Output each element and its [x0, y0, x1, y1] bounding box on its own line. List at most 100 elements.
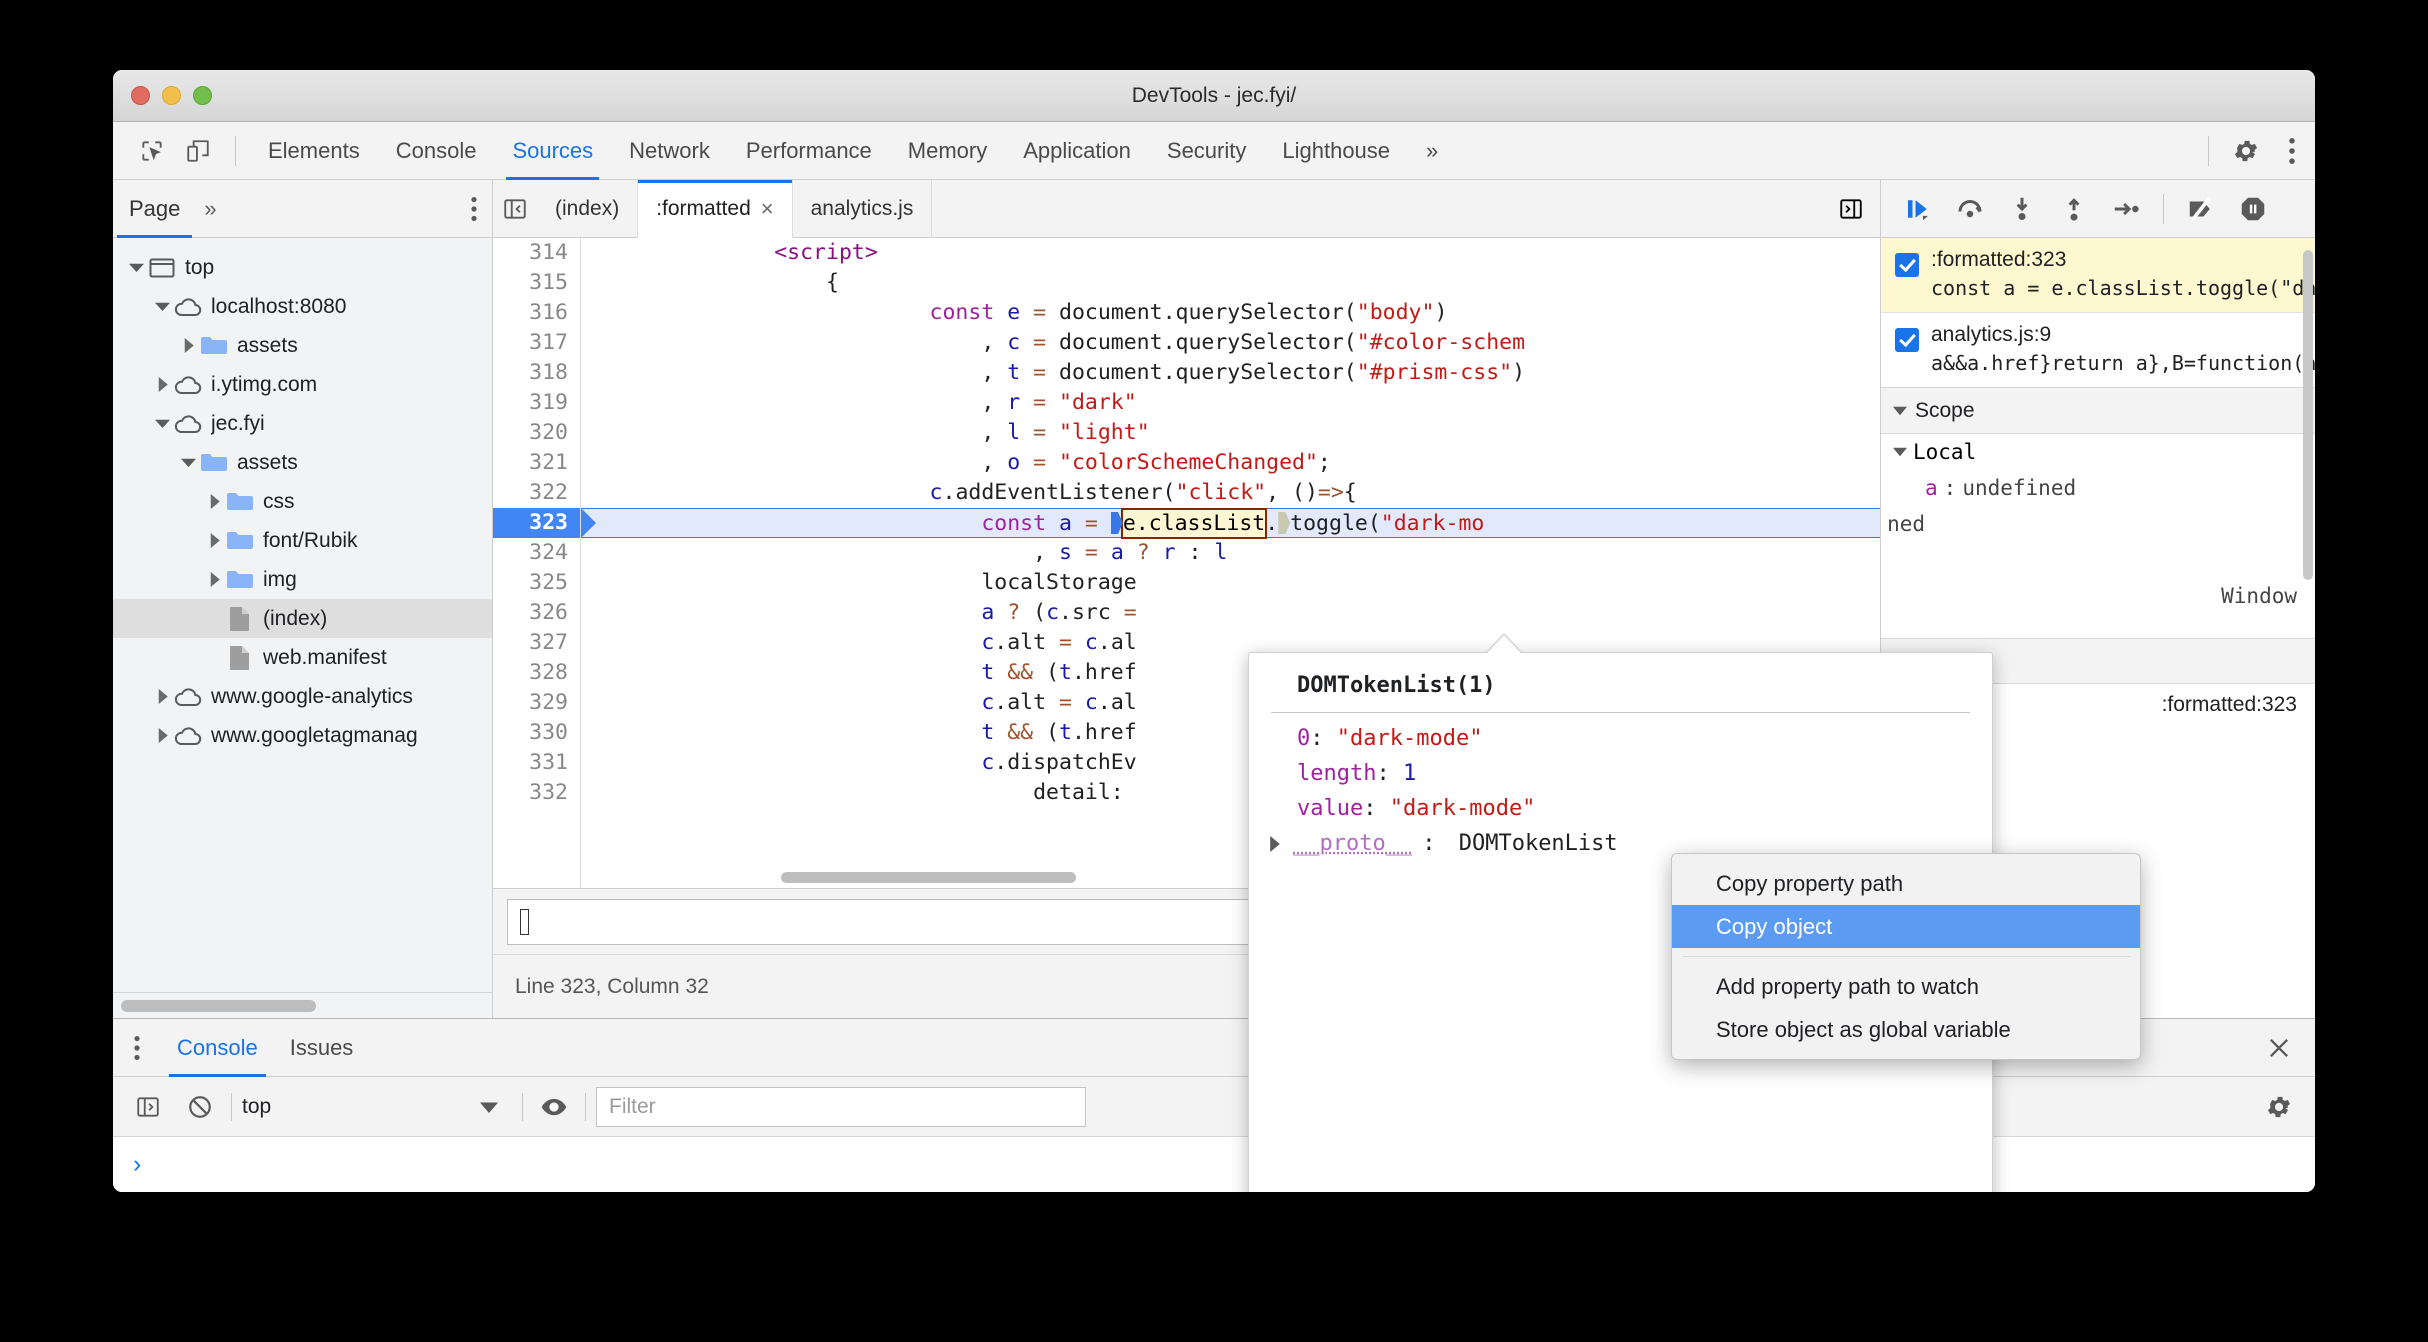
pause-on-exceptions-icon[interactable]	[2230, 186, 2276, 232]
line-number[interactable]: 329	[493, 688, 581, 718]
code-line[interactable]: 316 const e = document.querySelector("bo…	[493, 298, 1880, 328]
clear-console-icon[interactable]	[179, 1086, 221, 1128]
code-line[interactable]: 319 , r = "dark"	[493, 388, 1880, 418]
line-number[interactable]: 322	[493, 478, 581, 508]
line-number[interactable]: 318	[493, 358, 581, 388]
tree-item-img[interactable]: img	[113, 560, 492, 599]
code-line[interactable]: 317 , c = document.querySelector("#color…	[493, 328, 1880, 358]
line-number[interactable]: 316	[493, 298, 581, 328]
console-sidebar-toggle-icon[interactable]	[127, 1086, 169, 1128]
chevron-right-icon[interactable]	[151, 689, 173, 704]
scope-tree[interactable]: Local a : undefined ned Window	[1881, 434, 2315, 614]
navigator-more-chevron-icon[interactable]: »	[196, 196, 224, 222]
tree-item-index[interactable]: (index)	[113, 599, 492, 638]
inspect-element-icon[interactable]	[129, 128, 175, 174]
code-line-text[interactable]: , s = a ? r : l	[581, 538, 1880, 568]
tree-item-top[interactable]: top	[113, 248, 492, 287]
chevron-down-icon[interactable]	[125, 260, 147, 275]
tree-item-font-rubik[interactable]: font/Rubik	[113, 521, 492, 560]
scope-variable-row-occluded[interactable]: ned	[1881, 506, 2315, 542]
tab-application[interactable]: Application	[1005, 122, 1149, 180]
tree-item-web-manifest[interactable]: web.manifest	[113, 638, 492, 677]
code-line[interactable]: 326 a ? (c.src =	[493, 598, 1880, 628]
line-number[interactable]: 332	[493, 778, 581, 808]
line-number[interactable]: 320	[493, 418, 581, 448]
more-tabs-chevron-icon[interactable]: »	[1408, 122, 1456, 180]
breakpoint-checkbox[interactable]	[1895, 253, 1919, 277]
code-line-text[interactable]: <script>	[581, 238, 1880, 268]
code-line-text[interactable]: , c = document.querySelector("#color-sch…	[581, 328, 1880, 358]
popover-property-row[interactable]: value : "dark-mode"	[1249, 791, 1992, 826]
line-number[interactable]: 315	[493, 268, 581, 298]
code-line[interactable]: 318 , t = document.querySelector("#prism…	[493, 358, 1880, 388]
line-number[interactable]: 331	[493, 748, 581, 778]
step-icon[interactable]	[2103, 186, 2149, 232]
chevron-down-icon[interactable]	[177, 455, 199, 470]
code-line-text[interactable]: const e = document.querySelector("body")	[581, 298, 1880, 328]
console-settings-gear-icon[interactable]	[2265, 1093, 2293, 1121]
menu-item-store-object-as-global-variable[interactable]: Store object as global variable	[1672, 1008, 2140, 1051]
scope-window-row[interactable]: Window	[1881, 542, 2315, 614]
code-line-current[interactable]: 323 const a = e.classList. toggle("dark-m…	[493, 508, 1880, 539]
line-number[interactable]: 327	[493, 628, 581, 658]
code-line-text[interactable]: , t = document.querySelector("#prism-css…	[581, 358, 1880, 388]
navigator-horizontal-scrollbar[interactable]	[113, 992, 492, 1018]
menu-item-copy-property-path[interactable]: Copy property path	[1672, 862, 2140, 905]
tree-item-www-googletagmanag[interactable]: www.googletagmanag	[113, 716, 492, 755]
settings-gear-icon[interactable]	[2223, 128, 2269, 174]
drawer-tab-issues[interactable]: Issues	[274, 1019, 370, 1077]
step-over-next-function-call-icon[interactable]	[1947, 186, 1993, 232]
breakpoint-item[interactable]: :formatted:323 const a = e.classList.tog…	[1881, 238, 2315, 312]
line-number[interactable]: 324	[493, 538, 581, 568]
code-line-text[interactable]: {	[581, 268, 1880, 298]
tree-item-css[interactable]: css	[113, 482, 492, 521]
selected-expression[interactable]: e.classList	[1120, 508, 1268, 539]
code-line-text[interactable]: , r = "dark"	[581, 388, 1880, 418]
tree-item-jec-fyi[interactable]: jec.fyi	[113, 404, 492, 443]
code-line-text[interactable]: const a = e.classList. toggle("dark-mo	[581, 508, 1880, 539]
tab-console[interactable]: Console	[378, 122, 495, 180]
popover-proto-row[interactable]: __proto__ : DOMTokenList	[1249, 826, 1992, 856]
chevron-down-icon[interactable]	[151, 299, 173, 314]
editor-tab-index[interactable]: (index)	[537, 179, 639, 238]
tab-performance[interactable]: Performance	[728, 122, 890, 180]
code-line[interactable]: 325 localStorage	[493, 568, 1880, 598]
menu-item-add-property-path-to-watch[interactable]: Add property path to watch	[1672, 965, 2140, 1008]
tab-security[interactable]: Security	[1149, 122, 1264, 180]
show-navigator-icon[interactable]	[493, 196, 537, 222]
drawer-kebab-icon[interactable]	[113, 1035, 161, 1061]
tab-sources[interactable]: Sources	[494, 122, 611, 180]
code-line[interactable]: 321 , o = "colorSchemeChanged";	[493, 448, 1880, 478]
tree-item-i-ytimg-com[interactable]: i.ytimg.com	[113, 365, 492, 404]
execution-context-selector[interactable]: top	[242, 1095, 512, 1119]
debugger-vertical-scrollbar[interactable]	[2303, 250, 2313, 580]
tab-lighthouse[interactable]: Lighthouse	[1264, 122, 1408, 180]
step-out-of-current-function-icon[interactable]	[2051, 186, 2097, 232]
line-number[interactable]: 317	[493, 328, 581, 358]
tab-elements[interactable]: Elements	[250, 122, 378, 180]
editor-tab-analytics[interactable]: analytics.js	[793, 179, 933, 238]
menu-item-copy-object[interactable]: Copy object	[1672, 905, 2140, 948]
code-line[interactable]: 320 , l = "light"	[493, 418, 1880, 448]
code-line[interactable]: 322 c.addEventListener("click", ()=>{	[493, 478, 1880, 508]
deactivate-breakpoints-icon[interactable]	[2178, 186, 2224, 232]
chevron-right-icon[interactable]	[151, 377, 173, 392]
code-line-text[interactable]: localStorage	[581, 568, 1880, 598]
code-line-text[interactable]: , o = "colorSchemeChanged";	[581, 448, 1880, 478]
show-debugger-icon[interactable]	[1822, 196, 1880, 222]
code-line-text[interactable]: a ? (c.src =	[581, 598, 1880, 628]
scope-section-header[interactable]: Scope	[1881, 388, 2315, 434]
scope-variable-row[interactable]: a : undefined	[1881, 470, 2315, 506]
navigator-kebab-icon[interactable]	[470, 196, 478, 222]
line-number[interactable]: 328	[493, 658, 581, 688]
chevron-right-icon[interactable]	[151, 728, 173, 743]
tab-memory[interactable]: Memory	[890, 122, 1005, 180]
step-into-next-function-call-icon[interactable]	[1999, 186, 2045, 232]
line-number[interactable]: 319	[493, 388, 581, 418]
main-menu-kebab-icon[interactable]	[2269, 128, 2315, 174]
drawer-tab-console[interactable]: Console	[161, 1019, 274, 1077]
file-tree[interactable]: top localhost:8080 assets i.ytimg.com jec.fy…	[113, 238, 492, 992]
breakpoint-checkbox[interactable]	[1895, 328, 1919, 352]
chevron-right-icon[interactable]	[203, 494, 225, 509]
tree-item-localhost-8080[interactable]: localhost:8080	[113, 287, 492, 326]
